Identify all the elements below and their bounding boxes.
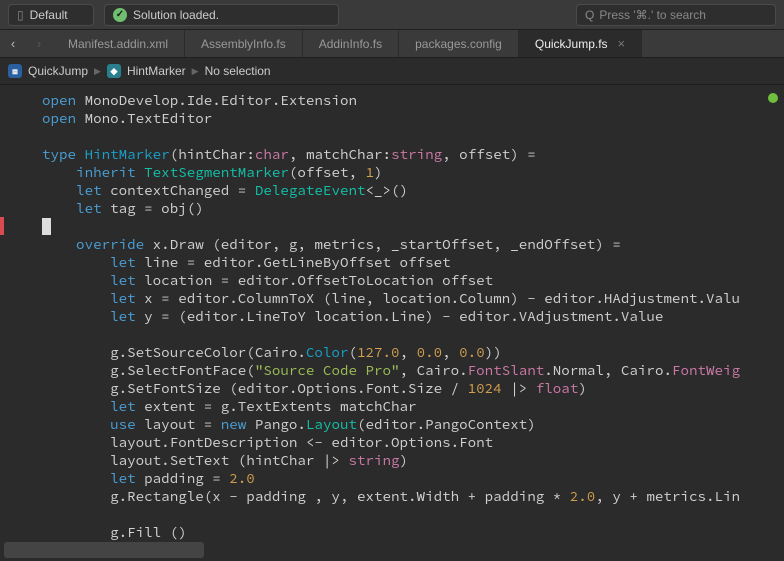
code-content: open MonoDevelop.Ide.Editor.Extension op… — [0, 85, 784, 541]
nav-forward[interactable]: › — [26, 30, 52, 57]
tab-addininfo[interactable]: AddinInfo.fs — [303, 30, 399, 57]
status-text: Solution loaded. — [133, 8, 219, 22]
check-icon: ✓ — [113, 8, 127, 22]
tabbar: ‹ › Manifest.addin.xml AssemblyInfo.fs A… — [0, 30, 784, 58]
tab-packages[interactable]: packages.config — [399, 30, 519, 57]
status-bar: ✓ Solution loaded. — [104, 4, 339, 26]
bc-module[interactable]: QuickJump — [28, 64, 88, 78]
bc-type[interactable]: HintMarker — [127, 64, 186, 78]
close-icon[interactable]: × — [618, 36, 626, 51]
search-icon: Q — [585, 8, 594, 22]
status-overlay — [4, 542, 204, 558]
code-editor[interactable]: open MonoDevelop.Ide.Editor.Extension op… — [0, 85, 784, 561]
module-icon: ⧈ — [8, 64, 22, 78]
chevron-right-icon: ▶ — [192, 66, 199, 77]
error-marker — [0, 217, 4, 235]
text-cursor — [42, 218, 51, 235]
tab-assemblyinfo[interactable]: AssemblyInfo.fs — [185, 30, 303, 57]
chevron-right-icon: ▶ — [94, 66, 101, 77]
type-icon: ◆ — [107, 64, 121, 78]
top-toolbar: ▯ Default ✓ Solution loaded. Q Press '⌘.… — [0, 0, 784, 30]
search-box[interactable]: Q Press '⌘.' to search — [576, 4, 776, 26]
nav-back[interactable]: ‹ — [0, 30, 26, 57]
config-label: Default — [30, 8, 68, 22]
tab-quickjump[interactable]: QuickJump.fs × — [519, 30, 642, 57]
tab-manifest[interactable]: Manifest.addin.xml — [52, 30, 185, 57]
breadcrumb: ⧈ QuickJump ▶ ◆ HintMarker ▶ No selectio… — [0, 58, 784, 85]
status-dot-icon — [768, 93, 778, 103]
config-selector[interactable]: ▯ Default — [8, 4, 94, 26]
search-placeholder: Press '⌘.' to search — [599, 8, 706, 22]
bc-member[interactable]: No selection — [205, 64, 271, 78]
